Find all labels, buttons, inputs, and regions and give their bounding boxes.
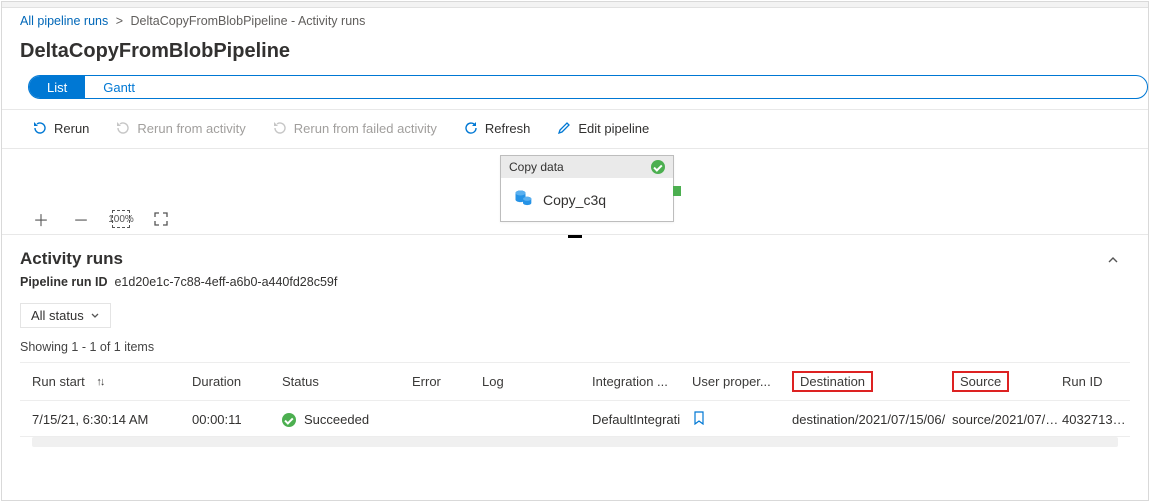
activity-node-copy[interactable]: Copy data Copy_c3q	[500, 155, 674, 222]
col-duration[interactable]: Duration	[192, 374, 282, 389]
success-icon	[282, 413, 296, 427]
pipeline-run-id-value: e1d20e1c-7c88-4eff-a6b0-a440fd28c59f	[114, 275, 337, 289]
activity-node-header: Copy data	[501, 156, 673, 178]
edit-icon	[556, 120, 572, 136]
table-row[interactable]: 7/15/21, 6:30:14 AM 00:00:11 Succeeded D…	[20, 401, 1130, 436]
refresh-icon	[463, 120, 479, 136]
cell-user-properties[interactable]	[692, 411, 792, 428]
zoom-fit-icon[interactable]: 100%	[112, 210, 130, 228]
sort-icon: ↑↓	[96, 376, 103, 388]
refresh-label: Refresh	[485, 121, 531, 136]
col-error[interactable]: Error	[412, 374, 482, 389]
success-icon	[651, 160, 665, 174]
rerun-failed-icon	[272, 120, 288, 136]
cell-run-id: 4032713a-59e0-41	[1062, 412, 1130, 427]
horizontal-scrollbar[interactable]	[32, 437, 1118, 447]
refresh-button[interactable]: Refresh	[461, 118, 533, 138]
col-user-properties[interactable]: User proper...	[692, 374, 792, 389]
rerun-activity-label: Rerun from activity	[137, 121, 245, 136]
canvas-tools: ＋ － 100%	[32, 210, 170, 228]
col-run-id[interactable]: Run ID	[1062, 374, 1130, 389]
col-status[interactable]: Status	[282, 374, 412, 389]
breadcrumb-separator: >	[116, 14, 123, 28]
status-filter-dropdown[interactable]: All status	[20, 303, 111, 328]
col-source[interactable]: Source	[952, 371, 1062, 392]
chevron-down-icon	[90, 311, 100, 321]
rerun-failed-label: Rerun from failed activity	[294, 121, 437, 136]
collapse-section-icon[interactable]	[1106, 253, 1120, 270]
activity-runs-section: Activity runs Pipeline run ID e1d20e1c-7…	[2, 243, 1148, 455]
page-title: DeltaCopyFromBlobPipeline	[2, 30, 1148, 75]
pipeline-run-id-label: Pipeline run ID	[20, 275, 108, 289]
activity-node-type: Copy data	[509, 160, 564, 174]
pipeline-canvas[interactable]: Copy data Copy_c3q ＋ － 100%	[2, 149, 1148, 235]
col-destination[interactable]: Destination	[792, 371, 952, 392]
zoom-out-icon[interactable]: －	[72, 210, 90, 228]
cell-integration: DefaultIntegrati	[592, 412, 692, 427]
table-header-row: Run start ↑↓ Duration Status Error Log I…	[20, 363, 1130, 401]
zoom-in-icon[interactable]: ＋	[32, 210, 50, 228]
fullscreen-icon[interactable]	[152, 210, 170, 228]
rerun-activity-icon	[115, 120, 131, 136]
cell-status-text: Succeeded	[304, 412, 369, 427]
rerun-from-failed-button[interactable]: Rerun from failed activity	[270, 118, 439, 138]
view-toggle: List Gantt	[28, 75, 1148, 99]
col-log[interactable]: Log	[482, 374, 592, 389]
bookmark-icon	[692, 411, 706, 425]
edit-pipeline-button[interactable]: Edit pipeline	[554, 118, 651, 138]
cell-run-start: 7/15/21, 6:30:14 AM	[32, 412, 192, 427]
col-integration[interactable]: Integration ...	[592, 374, 692, 389]
status-filter-label: All status	[31, 308, 84, 323]
rerun-label: Rerun	[54, 121, 89, 136]
col-run-start[interactable]: Run start ↑↓	[32, 374, 192, 389]
toolbar: Rerun Rerun from activity Rerun from fai…	[2, 109, 1148, 149]
view-toggle-list[interactable]: List	[29, 76, 85, 98]
breadcrumb-root-link[interactable]: All pipeline runs	[20, 14, 108, 28]
database-icon	[513, 188, 533, 211]
rerun-from-activity-button[interactable]: Rerun from activity	[113, 118, 247, 138]
pipeline-run-id-row: Pipeline run ID e1d20e1c-7c88-4eff-a6b0-…	[20, 275, 1130, 289]
cell-duration: 00:00:11	[192, 412, 282, 427]
activity-runs-table: Run start ↑↓ Duration Status Error Log I…	[20, 362, 1130, 437]
cell-status: Succeeded	[282, 412, 412, 427]
rerun-button[interactable]: Rerun	[30, 118, 91, 138]
rerun-icon	[32, 120, 48, 136]
result-count: Showing 1 - 1 of 1 items	[20, 340, 1130, 354]
breadcrumb: All pipeline runs > DeltaCopyFromBlobPip…	[2, 8, 1148, 30]
pane-splitter[interactable]	[2, 235, 1148, 243]
edit-label: Edit pipeline	[578, 121, 649, 136]
node-output-port[interactable]	[673, 186, 681, 196]
cell-source: source/2021/07/15/06/	[952, 412, 1062, 427]
breadcrumb-current: DeltaCopyFromBlobPipeline - Activity run…	[131, 14, 366, 28]
activity-node-name: Copy_c3q	[543, 192, 606, 208]
view-toggle-gantt[interactable]: Gantt	[85, 76, 153, 98]
section-heading: Activity runs	[20, 249, 1130, 269]
cell-destination: destination/2021/07/15/06/	[792, 412, 952, 427]
